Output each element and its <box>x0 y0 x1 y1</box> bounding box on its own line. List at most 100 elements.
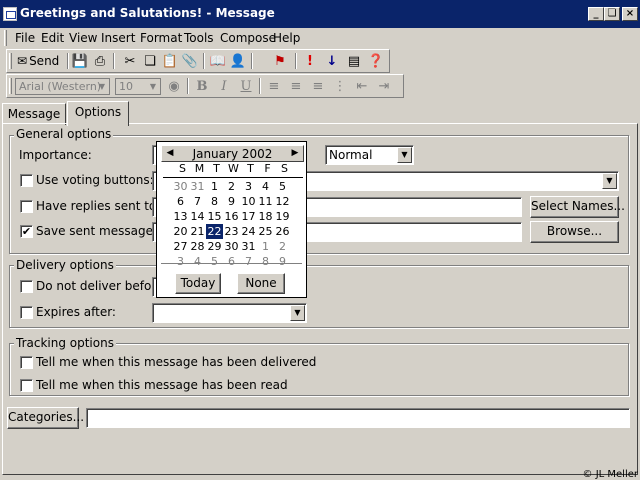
save-icon[interactable]: 💾 <box>71 52 89 70</box>
calendar-day[interactable]: 30 <box>223 239 240 254</box>
options-icon[interactable]: ▤ <box>345 52 363 70</box>
underline-icon[interactable]: U <box>237 77 255 95</box>
calendar-day[interactable]: 1 <box>257 239 274 254</box>
menu-edit[interactable]: Edit <box>41 31 64 45</box>
calendar-day[interactable]: 8 <box>257 254 274 269</box>
italic-icon[interactable]: I <box>215 77 233 95</box>
copy-icon[interactable]: ❏ <box>141 52 159 70</box>
calendar-day[interactable]: 22 <box>206 224 223 239</box>
low-importance-icon[interactable]: ↓ <box>323 52 341 70</box>
flag-icon[interactable]: ⚑ <box>271 52 289 70</box>
calendar-day[interactable]: 12 <box>274 194 291 209</box>
calendar-day[interactable]: 8 <box>206 194 223 209</box>
menu-help[interactable]: Help <box>273 31 300 45</box>
tab-options[interactable]: Options <box>67 101 129 126</box>
address-book-icon[interactable]: 📖 <box>209 52 227 70</box>
calendar-day[interactable]: 28 <box>189 239 206 254</box>
calendar-day[interactable]: 18 <box>257 209 274 224</box>
help-icon[interactable]: ❓ <box>367 52 385 70</box>
calendar-day[interactable]: 2 <box>274 239 291 254</box>
calendar-day[interactable]: 4 <box>189 254 206 269</box>
message-window-icon[interactable] <box>3 7 17 21</box>
attach-icon[interactable]: 📎 <box>181 52 199 70</box>
calendar-day[interactable]: 20 <box>172 224 189 239</box>
calendar-day[interactable]: 27 <box>172 239 189 254</box>
calendar-day[interactable]: 19 <box>274 209 291 224</box>
bullets-icon[interactable]: ⋮ <box>331 77 349 95</box>
title-bar[interactable]: Greetings and Salutations! - Message _ ❏… <box>0 0 640 28</box>
read-receipt-checkbox[interactable] <box>20 379 33 392</box>
tab-message[interactable]: Message <box>2 103 66 125</box>
categories-button[interactable]: Categories... <box>7 407 84 429</box>
toolbar-grip[interactable] <box>9 78 12 94</box>
browse-button[interactable]: Browse... <box>530 221 619 243</box>
menu-compose[interactable]: Compose <box>220 31 276 45</box>
calendar-day[interactable]: 24 <box>240 224 257 239</box>
calendar-day[interactable]: 25 <box>257 224 274 239</box>
font-color-icon[interactable]: ◉ <box>165 77 183 95</box>
calendar-day[interactable]: 31 <box>189 179 206 194</box>
menu-file[interactable]: File <box>15 31 35 45</box>
toolbar-grip[interactable] <box>9 53 12 69</box>
menu-bar-grip[interactable] <box>4 30 7 46</box>
select-names-button[interactable]: Select Names... <box>530 196 625 218</box>
menu-view[interactable]: View <box>69 31 97 45</box>
calendar-day[interactable]: 1 <box>206 179 223 194</box>
calendar-day[interactable]: 10 <box>240 194 257 209</box>
chevron-down-icon[interactable]: ▼ <box>602 173 617 189</box>
calendar-day[interactable]: 6 <box>172 194 189 209</box>
calendar-day[interactable]: 5 <box>274 179 291 194</box>
calendar-day[interactable]: 14 <box>189 209 206 224</box>
next-month-icon[interactable]: ▶ <box>290 148 300 159</box>
do-not-deliver-checkbox[interactable] <box>20 280 33 293</box>
calendar-day[interactable]: 23 <box>223 224 240 239</box>
check-names-icon[interactable]: 👤 <box>229 52 247 70</box>
decrease-indent-icon[interactable]: ⇤ <box>353 77 371 95</box>
save-sent-checkbox[interactable]: ✔ <box>20 225 33 238</box>
menu-tools[interactable]: Tools <box>184 31 214 45</box>
calendar-day[interactable]: 4 <box>257 179 274 194</box>
calendar-day[interactable]: 7 <box>240 254 257 269</box>
calendar-day[interactable]: 2 <box>223 179 240 194</box>
high-importance-icon[interactable]: ! <box>301 52 319 70</box>
chevron-down-icon[interactable]: ▼ <box>397 147 412 163</box>
calendar-day[interactable]: 13 <box>172 209 189 224</box>
calendar-day[interactable]: 31 <box>240 239 257 254</box>
expires-checkbox[interactable] <box>20 306 33 319</box>
none-button[interactable]: None <box>237 273 285 294</box>
categories-field[interactable] <box>86 408 630 428</box>
calendar-day[interactable]: 9 <box>274 254 291 269</box>
calendar-month-title[interactable]: January 2002 <box>162 147 303 161</box>
align-center-icon[interactable]: ≡ <box>287 77 305 95</box>
calendar-day[interactable]: 11 <box>257 194 274 209</box>
calendar-day[interactable]: 3 <box>172 254 189 269</box>
close-button[interactable]: × <box>622 7 638 21</box>
send-button[interactable]: ✉ Send <box>17 52 59 70</box>
restore-button[interactable]: ❏ <box>604 7 620 21</box>
calendar-day[interactable]: 9 <box>223 194 240 209</box>
cut-icon[interactable]: ✂ <box>121 52 139 70</box>
chevron-down-icon[interactable]: ▼ <box>290 305 305 321</box>
menu-insert[interactable]: Insert <box>101 31 135 45</box>
calendar-day[interactable]: 5 <box>206 254 223 269</box>
paste-icon[interactable]: 📋 <box>161 52 179 70</box>
expires-date-field[interactable] <box>152 303 307 323</box>
voting-checkbox[interactable] <box>20 174 33 187</box>
align-right-icon[interactable]: ≡ <box>309 77 327 95</box>
calendar-day[interactable]: 16 <box>223 209 240 224</box>
calendar-day[interactable]: 29 <box>206 239 223 254</box>
today-button[interactable]: Today <box>175 273 221 294</box>
calendar-day[interactable]: 17 <box>240 209 257 224</box>
align-left-icon[interactable]: ≡ <box>265 77 283 95</box>
minimize-button[interactable]: _ <box>588 7 604 21</box>
font-size-combo[interactable]: 10 ▼ <box>115 78 161 95</box>
calendar-day[interactable]: 7 <box>189 194 206 209</box>
bold-icon[interactable]: B <box>193 77 211 95</box>
calendar-day[interactable]: 21 <box>189 224 206 239</box>
calendar-day[interactable]: 30 <box>172 179 189 194</box>
calendar-day[interactable]: 6 <box>223 254 240 269</box>
calendar-day[interactable]: 26 <box>274 224 291 239</box>
increase-indent-icon[interactable]: ⇥ <box>375 77 393 95</box>
calendar-day[interactable]: 15 <box>206 209 223 224</box>
delivered-receipt-checkbox[interactable] <box>20 356 33 369</box>
